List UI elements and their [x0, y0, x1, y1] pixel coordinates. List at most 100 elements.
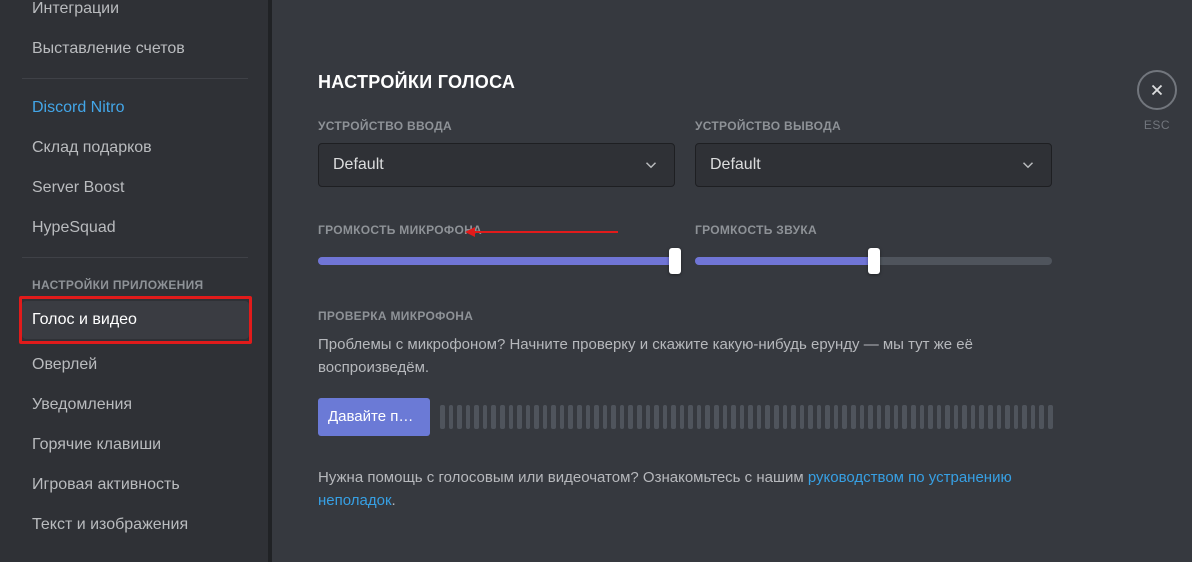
sidebar-item-label: Server Boost — [32, 179, 124, 196]
vu-bar — [543, 405, 548, 429]
vu-bar — [860, 405, 865, 429]
mic-test-description: Проблемы с микрофоном? Начните проверку … — [318, 333, 1052, 380]
vu-bar — [654, 405, 659, 429]
vu-bar — [457, 405, 462, 429]
select-value: Default — [710, 156, 761, 174]
vu-bar — [997, 405, 1002, 429]
vu-bar — [603, 405, 608, 429]
sidebar-item-notifications[interactable]: Уведомления — [22, 386, 258, 424]
vu-bar — [731, 405, 736, 429]
vu-bar — [483, 405, 488, 429]
vu-bar — [783, 405, 788, 429]
vu-bar — [748, 405, 753, 429]
sidebar-item-label: Оверлей — [32, 356, 97, 373]
sidebar-item-label: Склад подарков — [32, 139, 152, 156]
sidebar-item-hypesquad[interactable]: HypeSquad — [22, 209, 258, 247]
vu-bar — [491, 405, 496, 429]
vu-bar — [1031, 405, 1036, 429]
vu-bar — [740, 405, 745, 429]
vu-bar — [988, 405, 993, 429]
close-button[interactable] — [1137, 70, 1177, 110]
sidebar-item-server-boost[interactable]: Server Boost — [22, 169, 258, 207]
sidebar-item-integrations[interactable]: Интеграции — [22, 0, 258, 28]
vu-bar — [825, 405, 830, 429]
sidebar-item-label: Горячие клавиши — [32, 436, 161, 453]
annotation-arrow — [468, 231, 618, 233]
vu-bar — [817, 405, 822, 429]
sidebar-item-nitro[interactable]: Discord Nitro — [22, 89, 258, 127]
vu-bar — [663, 405, 668, 429]
vu-bar — [945, 405, 950, 429]
vu-bar — [705, 405, 710, 429]
vu-bar — [877, 405, 882, 429]
chevron-down-icon — [1019, 156, 1037, 174]
vu-bar — [962, 405, 967, 429]
vu-bar — [757, 405, 762, 429]
mic-test-button[interactable]: Давайте пр… — [318, 398, 430, 436]
vu-bar — [765, 405, 770, 429]
vu-bar — [868, 405, 873, 429]
output-volume-label: ГРОМКОСТЬ ЗВУКА — [695, 223, 1052, 237]
vu-bar — [637, 405, 642, 429]
vu-bar — [902, 405, 907, 429]
vu-bar — [971, 405, 976, 429]
mic-vu-meter — [440, 405, 1052, 429]
sidebar-item-text-images[interactable]: Текст и изображения — [22, 506, 258, 544]
vu-bar — [440, 405, 445, 429]
sidebar-item-label: Игровая активность — [32, 476, 180, 493]
vu-bar — [671, 405, 676, 429]
vu-bar — [526, 405, 531, 429]
vu-bar — [714, 405, 719, 429]
vu-bar — [560, 405, 565, 429]
vu-bar — [534, 405, 539, 429]
mic-volume-label: ГРОМКОСТЬ МИКРОФОНА — [318, 223, 675, 237]
sidebar-item-billing[interactable]: Выставление счетов — [22, 30, 258, 68]
output-volume-slider[interactable] — [695, 251, 1052, 271]
vu-bar — [894, 405, 899, 429]
help-text: Нужна помощь с голосовым или видеочатом?… — [318, 466, 1052, 513]
input-device-label: УСТРОЙСТВО ВВОДА — [318, 119, 675, 133]
vu-bar — [449, 405, 454, 429]
slider-thumb[interactable] — [868, 248, 880, 274]
input-device-select[interactable]: Default — [318, 143, 675, 187]
vu-bar — [979, 405, 984, 429]
sidebar-item-label: Интеграции — [32, 0, 119, 17]
sidebar-item-gift-inventory[interactable]: Склад подарков — [22, 129, 258, 167]
vu-bar — [628, 405, 633, 429]
select-value: Default — [333, 156, 384, 174]
annotation-highlight: Голос и видео — [19, 296, 252, 344]
vu-bar — [688, 405, 693, 429]
slider-fill — [695, 257, 874, 265]
mic-volume-slider[interactable] — [318, 251, 675, 271]
settings-sidebar: Интеграции Выставление счетов Discord Ni… — [0, 0, 272, 562]
vu-bar — [697, 405, 702, 429]
sidebar-item-label: Текст и изображения — [32, 516, 188, 533]
vu-bar — [509, 405, 514, 429]
mic-test-label: ПРОВЕРКА МИКРОФОНА — [318, 309, 1052, 323]
output-device-select[interactable]: Default — [695, 143, 1052, 187]
help-suffix: . — [392, 492, 396, 509]
sidebar-item-voice-video[interactable]: Голос и видео — [22, 301, 249, 339]
sidebar-item-overlay[interactable]: Оверлей — [22, 346, 258, 384]
close-icon — [1148, 81, 1166, 99]
vu-bar — [568, 405, 573, 429]
page-title: НАСТРОЙКИ ГОЛОСА — [318, 72, 1052, 93]
sidebar-item-keybinds[interactable]: Горячие клавиши — [22, 426, 258, 464]
vu-bar — [954, 405, 959, 429]
vu-bar — [937, 405, 942, 429]
help-prefix: Нужна помощь с голосовым или видеочатом?… — [318, 469, 808, 486]
slider-thumb[interactable] — [669, 248, 681, 274]
vu-bar — [774, 405, 779, 429]
vu-bar — [500, 405, 505, 429]
chevron-down-icon — [642, 156, 660, 174]
vu-bar — [842, 405, 847, 429]
vu-bar — [680, 405, 685, 429]
vu-bar — [474, 405, 479, 429]
vu-bar — [920, 405, 925, 429]
sidebar-item-game-activity[interactable]: Игровая активность — [22, 466, 258, 504]
vu-bar — [586, 405, 591, 429]
sidebar-item-label: Discord Nitro — [32, 99, 124, 116]
vu-bar — [620, 405, 625, 429]
output-device-label: УСТРОЙСТВО ВЫВОДА — [695, 119, 1052, 133]
sidebar-section-header: НАСТРОЙКИ ПРИЛОЖЕНИЯ — [22, 268, 258, 296]
